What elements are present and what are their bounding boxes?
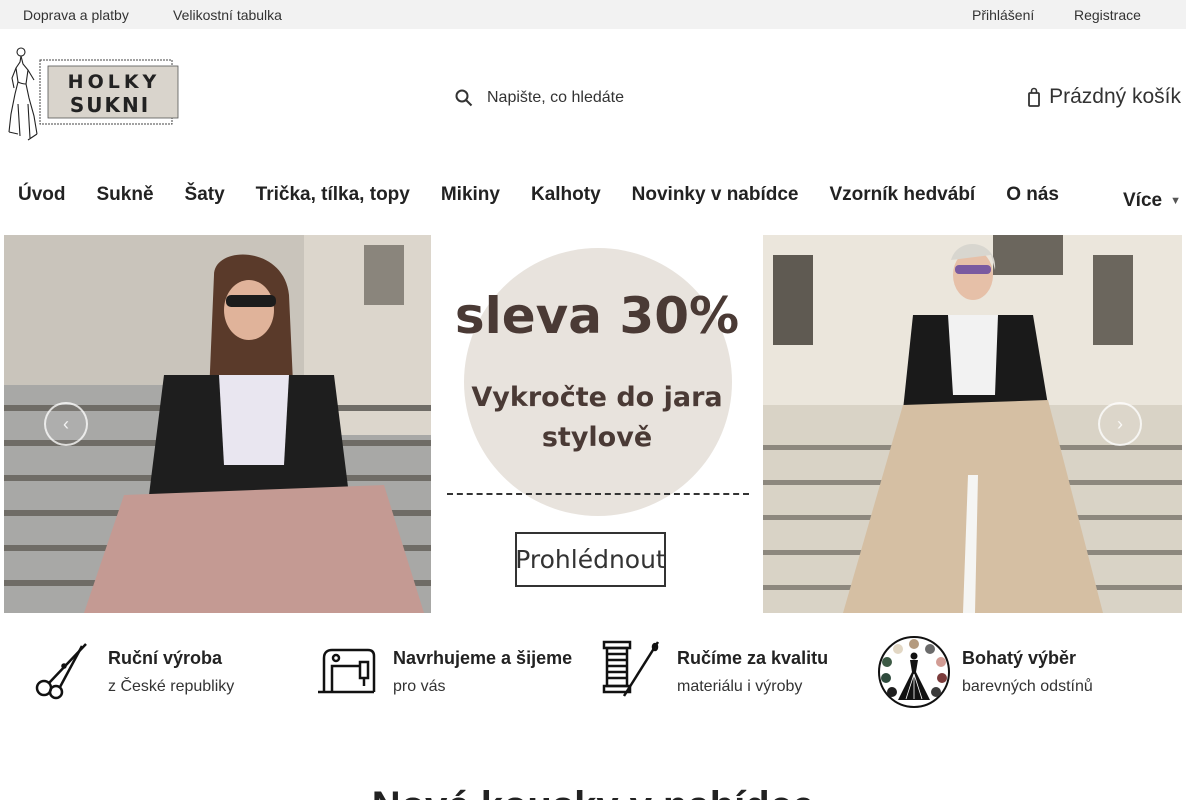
shopping-bag-icon xyxy=(1028,87,1041,107)
search-input[interactable] xyxy=(487,89,747,107)
logo-text-bottom: SUKNI xyxy=(70,93,150,117)
feature-handmade: Ruční výroba z České republiky xyxy=(30,632,290,712)
search-icon[interactable] xyxy=(455,89,473,107)
logo-graphic: HOLKY SUKNI xyxy=(8,47,179,141)
feature-title: Bohatý výběr xyxy=(962,648,1077,668)
nav-item-hoodies[interactable]: Mikiny xyxy=(441,184,500,206)
nav-item-tops[interactable]: Trička, tílka, topy xyxy=(256,184,410,206)
hero-banner[interactable]: sleva 30% Vykročte do jara stylově Prohl… xyxy=(4,235,1182,613)
link-shipping-payment[interactable]: Doprava a platby xyxy=(23,7,129,23)
color-palette-icon xyxy=(878,636,950,708)
nav-more-label: Více xyxy=(1123,190,1163,211)
feature-subtitle: barevných odstínů xyxy=(962,678,1093,695)
nav-item-new-arrivals[interactable]: Novinky v nabídce xyxy=(632,184,799,206)
feature-design-sew: Navrhujeme a šijeme pro vás xyxy=(314,632,584,712)
promo-subtitle-line1: Vykročte do jara xyxy=(471,382,723,413)
cart-button[interactable]: Prázdný košík xyxy=(1028,85,1181,109)
main-navigation: Úvod Sukně Šaty Trička, tílka, topy Miki… xyxy=(18,184,1090,206)
search-bar[interactable] xyxy=(455,84,755,112)
nav-more-button[interactable]: Více ▼ xyxy=(1123,190,1181,212)
chevron-right-icon: › xyxy=(1117,413,1123,434)
thread-spool-icon xyxy=(602,640,660,697)
chevron-left-icon: ‹ xyxy=(63,413,69,434)
nav-item-about[interactable]: O nás xyxy=(1006,184,1059,206)
promo-view-button[interactable]: Prohlédnout xyxy=(515,532,666,587)
promo-subtitle: Vykročte do jara stylově xyxy=(431,378,763,458)
login-link[interactable]: Přihlášení xyxy=(972,7,1034,23)
logo-text-top: HOLKY xyxy=(68,71,161,93)
scissors-icon xyxy=(35,643,87,700)
slider-prev-button[interactable]: ‹ xyxy=(44,402,88,446)
nav-item-silk-samples[interactable]: Vzorník hedvábí xyxy=(830,184,976,206)
sewing-machine-icon xyxy=(318,648,376,694)
feature-quality: Ručíme za kvalitu materiálu i výroby xyxy=(598,632,868,712)
feature-title: Navrhujeme a šijeme xyxy=(393,648,573,668)
promo-title: sleva 30% xyxy=(454,287,740,345)
top-utility-bar: Doprava a platby Velikostní tabulka Přih… xyxy=(0,0,1186,29)
link-size-chart[interactable]: Velikostní tabulka xyxy=(173,7,282,23)
slider-next-button[interactable]: › xyxy=(1098,402,1142,446)
register-link[interactable]: Registrace xyxy=(1074,7,1141,23)
feature-subtitle: z České republiky xyxy=(108,678,235,695)
feature-title: Ruční výroba xyxy=(108,648,223,668)
promo-subtitle-line2: stylově xyxy=(541,422,653,453)
section-heading: Nové kousky v nabídce xyxy=(0,784,1186,800)
cart-label: Prázdný košík xyxy=(1049,85,1181,108)
feature-title: Ručíme za kvalitu xyxy=(677,648,829,668)
promo-divider xyxy=(447,493,749,495)
promo-panel[interactable]: sleva 30% Vykročte do jara stylově Prohl… xyxy=(431,235,763,613)
feature-subtitle: pro vás xyxy=(393,678,446,695)
feature-colors: Bohatý výběr barevných odstínů xyxy=(878,632,1158,712)
nav-item-trousers[interactable]: Kalhoty xyxy=(531,184,601,206)
site-logo[interactable]: HOLKY SUKNI xyxy=(6,44,182,144)
chevron-down-icon: ▼ xyxy=(1170,195,1181,207)
nav-item-dresses[interactable]: Šaty xyxy=(185,184,225,206)
features-row: Ruční výroba z České republiky Navrhujem… xyxy=(0,632,1186,712)
nav-item-home[interactable]: Úvod xyxy=(18,184,66,206)
nav-item-skirts[interactable]: Sukně xyxy=(97,184,154,206)
feature-subtitle: materiálu i výroby xyxy=(677,678,803,695)
